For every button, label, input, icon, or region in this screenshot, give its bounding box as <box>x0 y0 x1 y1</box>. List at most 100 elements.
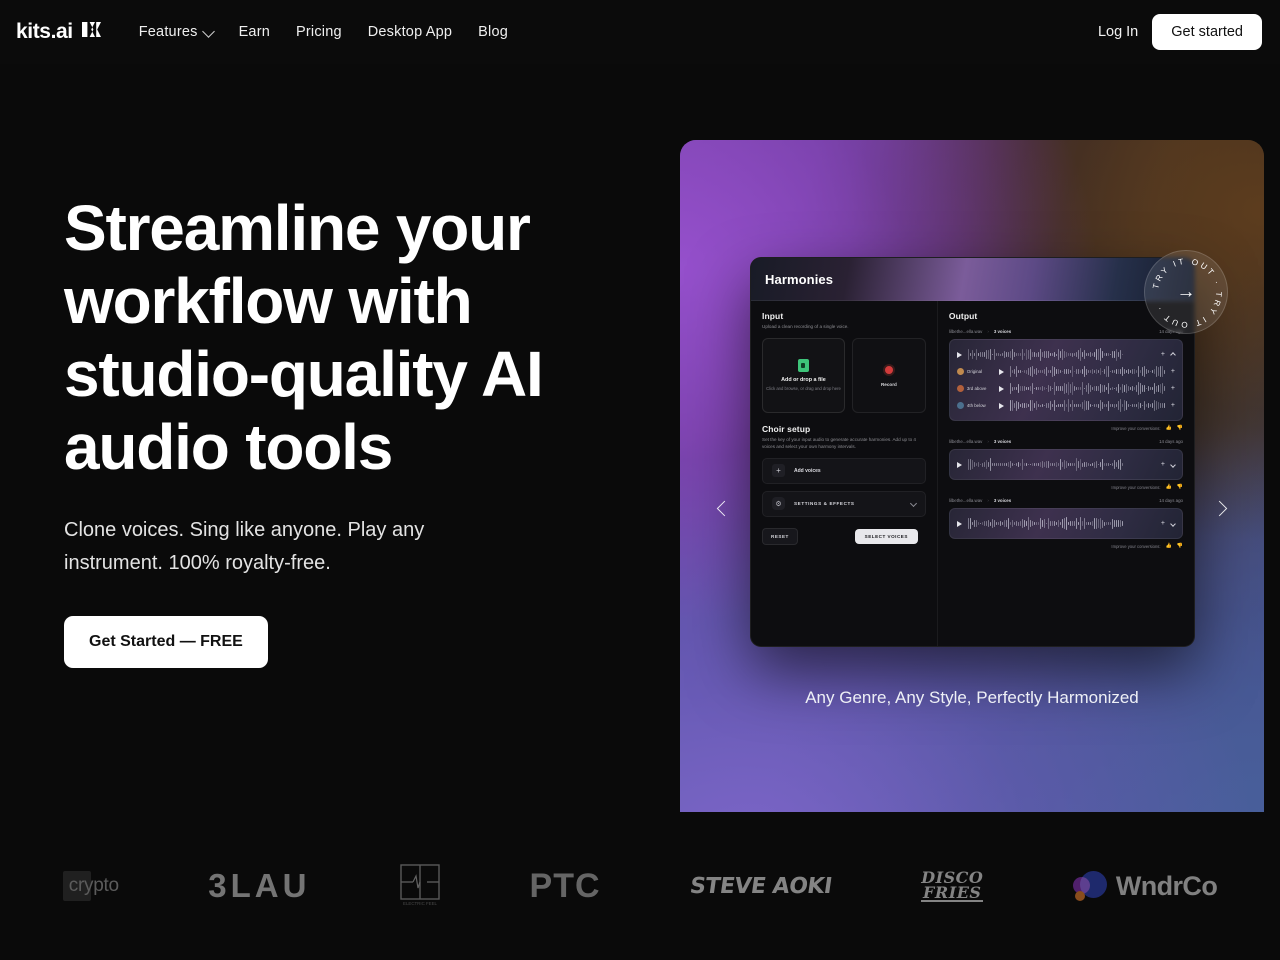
file-dropzone[interactable]: Add or drop a file Click and browse, or … <box>762 338 845 413</box>
dropzone-title: Add or drop a file <box>781 377 826 383</box>
choir-subtext: Set the key of your input audio to gener… <box>762 437 926 451</box>
chevron-down-icon[interactable] <box>1170 462 1176 468</box>
plus-icon[interactable]: + <box>1161 351 1165 358</box>
play-icon[interactable] <box>999 403 1004 409</box>
logo-a16z-crypto-label: crypto <box>69 875 119 897</box>
carousel-next-button[interactable] <box>1208 495 1234 521</box>
kits-k-logo-icon <box>82 20 101 44</box>
output-file-name: lilbethe...ella.wav <box>949 498 982 503</box>
app-mock-body: Input Upload a clean recording of a sing… <box>751 301 1194 646</box>
app-mock-output-column: Output lilbethe...ella.wav › 3 voices 14… <box>938 301 1194 646</box>
partner-logo-bar: crypto 3LAU ELECTRIC FEEL PTC STEVE AOKI… <box>0 812 1280 960</box>
play-icon[interactable] <box>957 521 962 527</box>
play-icon[interactable] <box>957 352 962 358</box>
chevron-up-icon[interactable] <box>1170 352 1176 358</box>
add-voices-row[interactable]: + Add voices <box>762 458 926 484</box>
avatar <box>957 402 964 409</box>
improve-label: Improve your conversions: <box>1111 485 1160 490</box>
page-title: Streamline your workflow with studio-qua… <box>64 192 624 484</box>
avatar <box>957 385 964 392</box>
record-button[interactable]: Record <box>852 338 926 413</box>
hero-product-showcase: Harmonies Input Upload a clean recording… <box>680 140 1264 848</box>
waveform-row-master[interactable]: + <box>957 456 1175 473</box>
plus-icon[interactable]: + <box>1171 368 1175 375</box>
plus-icon[interactable]: + <box>1161 461 1165 468</box>
record-label: Record <box>881 382 897 387</box>
output-waveform-card: + <box>949 449 1183 480</box>
meta-separator: › <box>987 498 988 503</box>
hero-section: Streamline your workflow with studio-qua… <box>0 64 1280 812</box>
logo-steve-aoki-label: STEVE AOKI <box>688 874 833 899</box>
output-file-name: lilbethe...ella.wav <box>949 439 982 444</box>
improve-label: Improve your conversions: <box>1111 544 1160 549</box>
output-timestamp: 14 days ago <box>1159 498 1183 503</box>
login-link[interactable]: Log In <box>1098 24 1138 40</box>
plus-icon[interactable]: + <box>1171 385 1175 392</box>
meta-separator: › <box>987 439 988 444</box>
nav-item-features-label: Features <box>139 24 198 40</box>
nav-item-blog[interactable]: Blog <box>478 24 508 40</box>
logo-ptc-label: PTC <box>530 867 601 906</box>
waveform-row-track[interactable]: Original + <box>957 363 1175 380</box>
output-file-name: lilbethe...ella.wav <box>949 329 982 334</box>
thumbs-down-icon[interactable]: 👎 <box>1177 425 1183 431</box>
settings-effects-row[interactable]: ⚙ SETTINGS & EFFECTS <box>762 491 926 517</box>
track-name: 4th below <box>967 403 986 408</box>
input-subtext: Upload a clean recording of a single voi… <box>762 324 926 331</box>
reset-button[interactable]: RESET <box>762 528 798 545</box>
waveform-row-master[interactable]: + <box>957 515 1175 532</box>
play-icon[interactable] <box>999 369 1004 375</box>
hero-cta-button[interactable]: Get Started — FREE <box>64 616 268 668</box>
waveform-row-track[interactable]: 3rd above + <box>957 380 1175 397</box>
plus-icon[interactable]: + <box>1161 520 1165 527</box>
nav-item-earn[interactable]: Earn <box>239 24 270 40</box>
output-item: lilbethe...ella.wav › 3 voices 14 days a… <box>949 498 1183 549</box>
waveform-row-master[interactable]: + <box>957 346 1175 363</box>
record-dot-icon <box>883 364 895 376</box>
nav-item-desktop-app[interactable]: Desktop App <box>368 24 452 40</box>
select-voices-button[interactable]: SELECT VOICES <box>855 529 918 544</box>
input-controls-row: Add or drop a file Click and browse, or … <box>762 338 926 413</box>
output-voice-count: 3 voices <box>994 329 1011 334</box>
settings-effects-label: SETTINGS & EFFECTS <box>794 501 855 506</box>
thumbs-up-icon[interactable]: 👍 <box>1166 425 1172 431</box>
logo-a16z-crypto: crypto <box>63 858 119 914</box>
carousel-prev-button[interactable] <box>710 495 736 521</box>
logo-3lau: 3LAU <box>208 858 310 914</box>
meta-separator: › <box>987 329 988 334</box>
nav-item-pricing[interactable]: Pricing <box>296 24 342 40</box>
track-label: 3rd above <box>957 385 993 392</box>
arrow-right-icon: → <box>1177 283 1196 302</box>
waveform-track <box>1010 399 1165 412</box>
showcase-caption: Any Genre, Any Style, Perfectly Harmoniz… <box>680 685 1264 711</box>
track-name: 3rd above <box>967 386 987 391</box>
chevron-down-icon[interactable] <box>1170 521 1176 527</box>
choir-heading: Choir setup <box>762 424 926 434</box>
output-timestamp: 14 days ago <box>1159 439 1183 444</box>
harmonies-app-mock: Harmonies Input Upload a clean recording… <box>750 257 1195 647</box>
get-started-button[interactable]: Get started <box>1152 14 1262 50</box>
waveform-master <box>968 348 1155 361</box>
try-it-out-badge[interactable]: TRY IT OUT · TRY IT OUT · → <box>1144 250 1228 334</box>
app-mock-input-column: Input Upload a clean recording of a sing… <box>751 301 938 646</box>
plus-icon[interactable]: + <box>1171 402 1175 409</box>
logo-disco-fries-line2: FRIES <box>921 885 983 902</box>
thumbs-up-icon[interactable]: 👍 <box>1166 543 1172 549</box>
top-navbar: kits.ai Features Earn Pricing Desktop Ap… <box>0 0 1280 64</box>
output-voice-count: 3 voices <box>994 498 1011 503</box>
output-item-meta: lilbethe...ella.wav › 3 voices 14 days a… <box>949 498 1183 503</box>
gear-icon: ⚙ <box>772 497 785 510</box>
avatar <box>957 368 964 375</box>
thumbs-up-icon[interactable]: 👍 <box>1166 484 1172 490</box>
brand-logo[interactable]: kits.ai <box>16 20 101 44</box>
play-icon[interactable] <box>957 462 962 468</box>
output-waveform-card: + <box>949 508 1183 539</box>
hero-copy: Streamline your workflow with studio-qua… <box>0 64 680 812</box>
thumbs-down-icon[interactable]: 👎 <box>1177 543 1183 549</box>
waveform-row-track[interactable]: 4th below + <box>957 397 1175 414</box>
nav-item-features[interactable]: Features <box>139 24 213 40</box>
logo-ptc: PTC <box>530 858 601 914</box>
thumbs-down-icon[interactable]: 👎 <box>1177 484 1183 490</box>
improve-row: Improve your conversions: 👍 👎 <box>949 484 1183 490</box>
play-icon[interactable] <box>999 386 1004 392</box>
